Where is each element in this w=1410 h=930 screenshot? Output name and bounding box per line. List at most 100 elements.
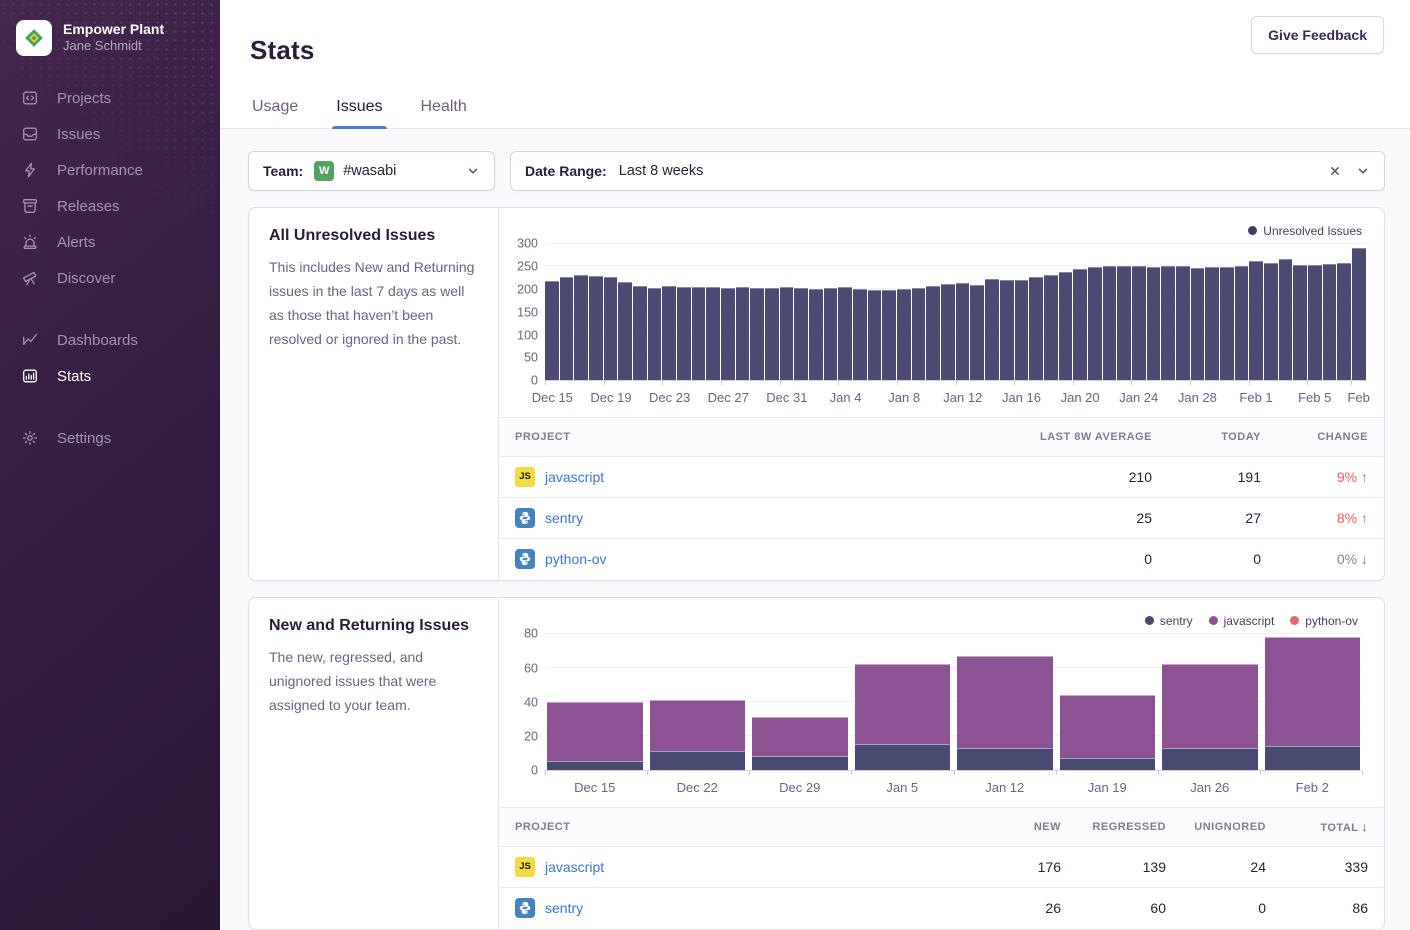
x-axis-tick-icon (1351, 381, 1352, 385)
sidebar-item-label: Issues (57, 126, 100, 143)
unresolved-bar (1308, 265, 1322, 380)
team-filter-value: #wasabi (343, 163, 396, 179)
new-returning-issues-chart: sentryjavascriptpython-ov 020406080 Dec … (499, 598, 1384, 803)
unresolved-bar (970, 285, 984, 380)
new-returning-issues-card: New and Returning Issues The new, regres… (248, 597, 1385, 930)
column-label: TODAY (1221, 431, 1261, 443)
sentry-legend-dot-icon (1145, 616, 1154, 625)
column-label: UNIGNORED (1194, 821, 1266, 833)
sentry-bar-segment (1265, 746, 1361, 770)
legend-item[interactable]: javascript (1209, 614, 1275, 628)
project-link[interactable]: sentry (545, 900, 583, 916)
unresolved-issues-chart: Unresolved Issues 050100150200250300 Dec… (499, 208, 1384, 413)
tab-issues[interactable]: Issues (334, 98, 384, 128)
javascript-legend-dot-icon (1209, 616, 1218, 625)
project-cell: sentry (515, 508, 952, 528)
unresolved-bar (692, 287, 706, 379)
x-axis: Dec 15Dec 22Dec 29Jan 5Jan 12Jan 19Jan 2… (545, 771, 1362, 803)
unresolved-bar (633, 286, 647, 380)
chart-legend: Unresolved Issues (509, 218, 1366, 244)
project-link[interactable]: javascript (545, 469, 604, 485)
legend-item[interactable]: python-ov (1290, 614, 1358, 628)
x-axis-tick-icon (721, 381, 722, 385)
tab-health[interactable]: Health (419, 98, 469, 128)
y-axis-label: 80 (524, 628, 538, 641)
x-axis-label: Jan 16 (1002, 390, 1041, 405)
user-name: Jane Schmidt (63, 38, 164, 55)
unresolved-issues-table: PROJECTLAST 8W AVERAGETODAYCHANGEJSjavas… (499, 417, 1384, 580)
unresolved-bar (560, 277, 574, 379)
project-link[interactable]: javascript (545, 859, 604, 875)
org-name: Empower Plant (63, 21, 164, 39)
sidebar-item-alerts[interactable]: Alerts (0, 224, 220, 260)
column-header: PROJECT (515, 431, 952, 443)
value-cell: 26 (961, 900, 1061, 916)
clear-date-range-icon[interactable] (1328, 164, 1342, 178)
sidebar-item-stats[interactable]: Stats (0, 358, 220, 394)
bars-container (545, 634, 1362, 770)
unresolved-bar (809, 289, 823, 380)
page-title: Stats (250, 33, 315, 66)
x-axis-tick-icon (1158, 771, 1159, 775)
javascript-bar-segment (752, 717, 848, 756)
column-header[interactable]: TOTAL↓ (1266, 820, 1368, 834)
sidebar-item-dashboards[interactable]: Dashboards (0, 322, 220, 358)
page-header: Stats Give Feedback (220, 0, 1410, 84)
y-axis-label: 40 (524, 696, 538, 709)
releases-icon (20, 196, 40, 216)
settings-gear-icon (20, 428, 40, 448)
javascript-bar-segment (650, 700, 746, 751)
column-header: UNIGNORED (1166, 821, 1266, 833)
performance-icon (20, 160, 40, 180)
panel-description: This includes New and Returning issues i… (269, 255, 478, 351)
tab-usage[interactable]: Usage (250, 98, 300, 128)
legend-item[interactable]: Unresolved Issues (1248, 224, 1362, 238)
y-axis-label: 0 (531, 375, 538, 388)
sidebar-item-settings[interactable]: Settings (0, 420, 220, 456)
unresolved-bar (1176, 266, 1190, 379)
sidebar-item-releases[interactable]: Releases (0, 188, 220, 224)
chevron-down-icon[interactable] (1356, 164, 1370, 178)
main-content: Stats Give Feedback Usage Issues Health … (220, 0, 1410, 930)
date-range-filter[interactable]: Date Range: Last 8 weeks (510, 151, 1385, 191)
panel-title: All Unresolved Issues (269, 227, 478, 245)
javascript-project-icon: JS (515, 467, 535, 487)
unresolved-bar (780, 287, 794, 379)
new-returning-issues-table: PROJECTNEWREGRESSEDUNIGNOREDTOTAL↓JSjava… (499, 807, 1384, 929)
date-range-label: Date Range: (525, 163, 607, 179)
x-axis-tick-icon (1131, 381, 1132, 385)
x-axis-tick-icon (662, 381, 663, 385)
org-switcher[interactable]: Empower Plant Jane Schmidt (0, 0, 220, 80)
y-axis-label: 200 (517, 283, 538, 296)
value-cell: 86 (1266, 900, 1368, 916)
chevron-down-icon[interactable] (466, 164, 480, 178)
x-axis-label: Dec 29 (752, 780, 848, 803)
team-filter[interactable]: Team: W #wasabi (248, 151, 495, 191)
legend-item[interactable]: sentry (1145, 614, 1193, 628)
sidebar-item-issues[interactable]: Issues (0, 116, 220, 152)
x-axis-tick-icon (1307, 381, 1308, 385)
dashboards-icon (20, 330, 40, 350)
project-link[interactable]: python-ov (545, 551, 606, 567)
unresolved-bar (1044, 275, 1058, 380)
stacked-bar (1265, 634, 1361, 770)
column-label: NEW (1034, 821, 1061, 833)
x-axis-tick-icon (647, 771, 648, 775)
sidebar-item-label: Stats (57, 368, 91, 385)
sidebar-item-discover[interactable]: Discover (0, 260, 220, 296)
column-header: CHANGE (1261, 431, 1368, 443)
give-feedback-button[interactable]: Give Feedback (1251, 16, 1384, 54)
y-axis-label: 20 (524, 730, 538, 743)
sidebar-item-projects[interactable]: Projects (0, 80, 220, 116)
y-axis-label: 0 (531, 765, 538, 778)
sidebar-item-performance[interactable]: Performance (0, 152, 220, 188)
x-axis-tick-icon (1056, 771, 1057, 775)
unresolved-bar (648, 288, 662, 380)
unresolved-bar (662, 286, 676, 379)
project-link[interactable]: sentry (545, 510, 583, 526)
value-cell: 0 (952, 551, 1152, 567)
unresolved-bar (912, 288, 926, 380)
x-axis-label: Dec 27 (708, 390, 749, 405)
sidebar-item-label: Projects (57, 90, 111, 107)
unresolved-bar (1132, 266, 1146, 379)
